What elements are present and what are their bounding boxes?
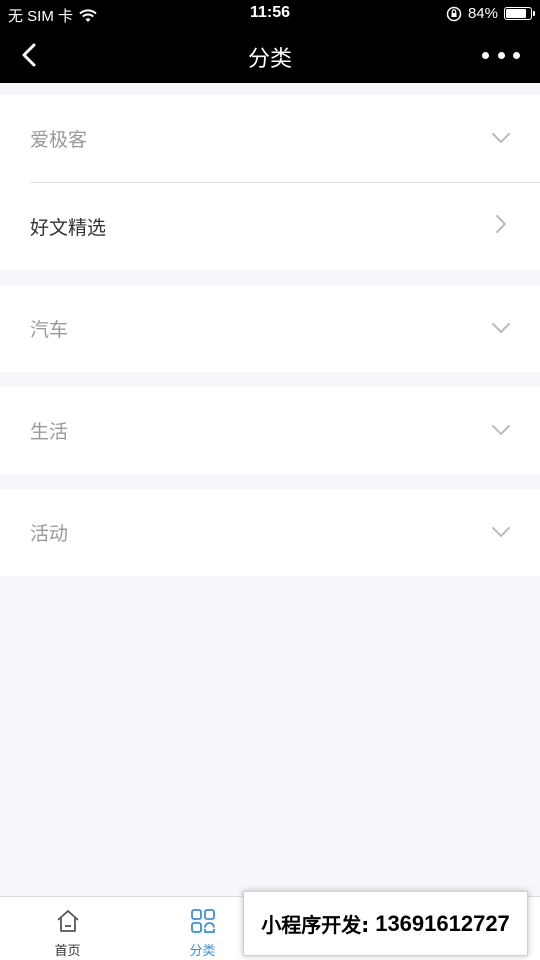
category-label: 生活	[30, 421, 69, 443]
chevron-down-icon	[492, 527, 510, 538]
status-right: 84%	[446, 5, 535, 22]
home-icon	[57, 910, 79, 932]
category-grid-icon	[191, 909, 215, 933]
orientation-lock-icon	[446, 6, 462, 21]
more-button[interactable]	[482, 42, 520, 68]
category-group-3: 活动	[0, 489, 540, 576]
category-list: 爱极客 好文精选 汽车 生活 活动	[0, 83, 540, 576]
status-bar: 无 SIM 卡 11:56 84%	[0, 0, 540, 28]
battery-fill	[506, 9, 527, 18]
battery-icon	[504, 7, 535, 20]
overlay-text: 小程序开发:	[261, 913, 370, 937]
list-spacer	[0, 372, 540, 387]
subcategory-row-haowen[interactable]: 好文精选	[0, 183, 540, 270]
battery-percent: 84%	[467, 5, 498, 22]
category-group-1: 汽车	[0, 285, 540, 372]
category-group-2: 生活	[0, 387, 540, 474]
category-row-shenghuo[interactable]: 生活	[0, 387, 540, 474]
category-row-huodong[interactable]: 活动	[0, 489, 540, 576]
category-label: 爱极客	[30, 129, 88, 151]
category-label: 活动	[30, 523, 69, 545]
page-title: 分类	[247, 47, 292, 72]
dot-icon	[497, 51, 505, 59]
dot-icon	[482, 51, 489, 59]
overlay-banner: 小程序开发: 13691612727	[243, 891, 528, 956]
list-spacer	[0, 83, 540, 95]
nav-bar: 分类	[0, 28, 540, 83]
category-row-qiche[interactable]: 汽车	[0, 285, 540, 372]
dot-icon	[513, 51, 520, 59]
tab-home[interactable]: 首页	[0, 897, 135, 960]
category-row-aijike[interactable]: 爱极客	[0, 95, 540, 182]
tab-label: 首页	[54, 944, 81, 959]
overlay-phone: 13691612727	[375, 910, 510, 936]
chevron-down-icon	[492, 133, 510, 144]
chevron-down-icon	[492, 323, 510, 334]
chevron-right-icon	[496, 215, 507, 233]
list-spacer	[0, 474, 540, 489]
chevron-down-icon	[492, 425, 510, 436]
list-spacer	[0, 270, 540, 285]
category-label: 汽车	[30, 319, 69, 341]
subcategory-label: 好文精选	[30, 217, 107, 239]
category-group-0: 爱极客 好文精选	[0, 95, 540, 270]
